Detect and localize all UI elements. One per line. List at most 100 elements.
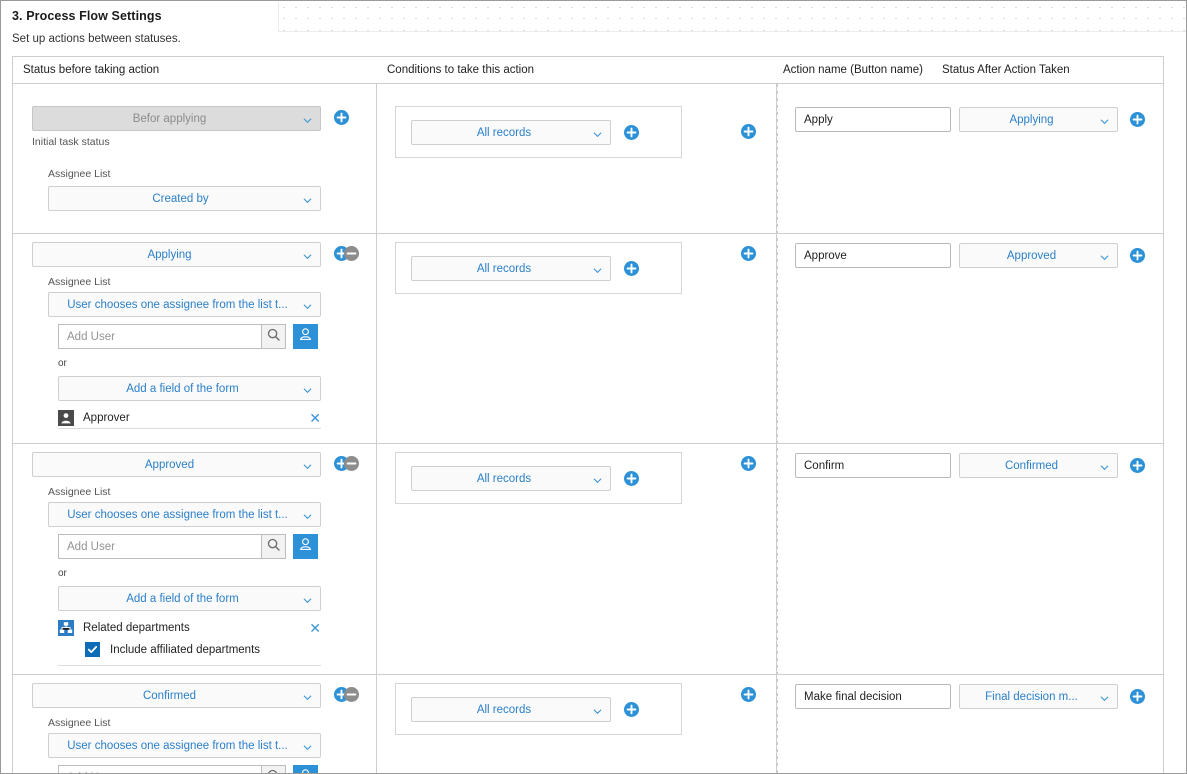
add-field-of-form-select[interactable]: Add a field of the form [58,586,321,611]
chevron-down-icon [1100,694,1109,703]
condition-group: All records [395,683,682,735]
page-subtitle: Set up actions between statuses. [12,33,181,45]
add-condition-group-button[interactable] [741,246,756,261]
chevron-down-icon [1100,117,1109,126]
chevron-down-icon [593,707,602,716]
chevron-down-icon [303,462,312,471]
user-icon [298,537,313,557]
chevron-down-icon [1100,463,1109,472]
add-user-input[interactable] [58,324,261,349]
status-after-select[interactable]: Confirmed [959,453,1118,478]
table-row: Approved Assignee List User chooses one … [13,444,1163,675]
status-before-cell: Approved Assignee List User chooses one … [13,444,376,674]
search-icon [267,769,280,773]
pick-user-button[interactable] [293,534,318,559]
assignee-chip-label: Approver [83,411,130,424]
action-name-input[interactable] [795,453,951,478]
table-header: Status before taking action Conditions t… [13,57,1163,84]
add-condition-button[interactable] [624,261,639,276]
add-condition-group-button[interactable] [741,124,756,139]
process-flow-table: Status before taking action Conditions t… [12,56,1164,773]
chevron-down-icon [303,512,312,521]
status-after-select[interactable]: Final decision m... [959,684,1118,709]
chevron-down-icon [1100,253,1109,262]
add-user-input[interactable] [58,765,261,773]
chevron-down-icon [303,252,312,261]
status-before-select[interactable]: Approved [32,452,321,477]
close-icon[interactable]: ✕ [301,411,321,425]
add-user-row [58,534,318,559]
assignee-mode-select[interactable]: User chooses one assignee from the list … [48,733,321,758]
chevron-down-icon [593,130,602,139]
include-affiliated-row: Include affiliated departments [85,642,260,657]
action-name-input[interactable] [795,107,951,132]
process-flow-settings-page: 3. Process Flow Settings Set up actions … [0,0,1187,774]
add-condition-group-button[interactable] [741,687,756,702]
include-affiliated-checkbox[interactable] [85,642,100,657]
page-title: 3. Process Flow Settings [12,9,162,23]
user-icon [298,327,313,347]
org-chart-icon [58,620,74,636]
search-user-button[interactable] [261,765,286,773]
remove-status-row-button[interactable] [344,246,359,261]
search-icon [267,538,280,556]
condition-select[interactable]: All records [411,120,611,145]
add-user-input[interactable] [58,534,261,559]
assignee-mode-select[interactable]: User chooses one assignee from the list … [48,502,321,527]
add-user-row [58,765,318,773]
assignee-mode-select[interactable]: Created by [48,186,321,211]
chevron-down-icon [303,693,312,702]
add-field-of-form-select[interactable]: Add a field of the form [58,376,321,401]
assignee-list-label: Assignee List [48,168,111,180]
remove-status-row-button[interactable] [344,456,359,471]
assignee-list-label: Assignee List [48,486,111,498]
status-before-select[interactable]: Confirmed [32,683,321,708]
action-name-input[interactable] [795,243,951,268]
status-before-cell: Applying Assignee List User chooses one … [13,234,376,443]
search-user-button[interactable] [261,324,286,349]
add-status-row-button[interactable] [334,110,349,125]
add-action-button[interactable] [1130,689,1145,704]
condition-select[interactable]: All records [411,466,611,491]
search-icon [267,328,280,346]
close-icon[interactable]: ✕ [301,621,321,635]
assignee-chip: Approver ✕ [58,407,321,429]
remove-status-row-button[interactable] [344,687,359,702]
add-action-button[interactable] [1130,458,1145,473]
condition-select[interactable]: All records [411,697,611,722]
chevron-down-icon [303,386,312,395]
chevron-down-icon [593,476,602,485]
assignee-mode-select[interactable]: User chooses one assignee from the list … [48,292,321,317]
add-condition-button[interactable] [624,702,639,717]
assignee-list-label: Assignee List [48,276,111,288]
condition-select[interactable]: All records [411,256,611,281]
search-user-button[interactable] [261,534,286,559]
conditions-cell: All records [377,444,776,674]
condition-group: All records [395,106,682,158]
table-row: Befor applying Initial task status Assig… [13,84,1163,234]
initial-task-status-note: Initial task status [32,136,110,148]
add-action-button[interactable] [1130,248,1145,263]
status-after-select[interactable]: Approved [959,243,1118,268]
user-icon [58,409,74,426]
add-condition-button[interactable] [624,471,639,486]
pick-user-button[interactable] [293,765,318,773]
add-condition-group-button[interactable] [741,456,756,471]
pick-user-button[interactable] [293,324,318,349]
placeholder-line [283,7,1186,8]
status-after-select[interactable]: Applying [959,107,1118,132]
status-before-cell: Confirmed Assignee List User chooses one… [13,675,376,773]
placeholder-line [283,30,1186,31]
add-action-button[interactable] [1130,112,1145,127]
conditions-cell: All records [377,675,776,773]
add-condition-button[interactable] [624,125,639,140]
status-before-select[interactable]: Befor applying [32,106,321,131]
chevron-down-icon [303,196,312,205]
conditions-cell: All records [377,84,776,233]
status-before-select[interactable]: Applying [32,242,321,267]
action-cell: Applying [777,84,1165,233]
condition-group: All records [395,452,682,504]
chevron-down-icon [303,596,312,605]
column-header-action-name: Action name (Button name) [783,64,923,76]
action-name-input[interactable] [795,684,951,709]
